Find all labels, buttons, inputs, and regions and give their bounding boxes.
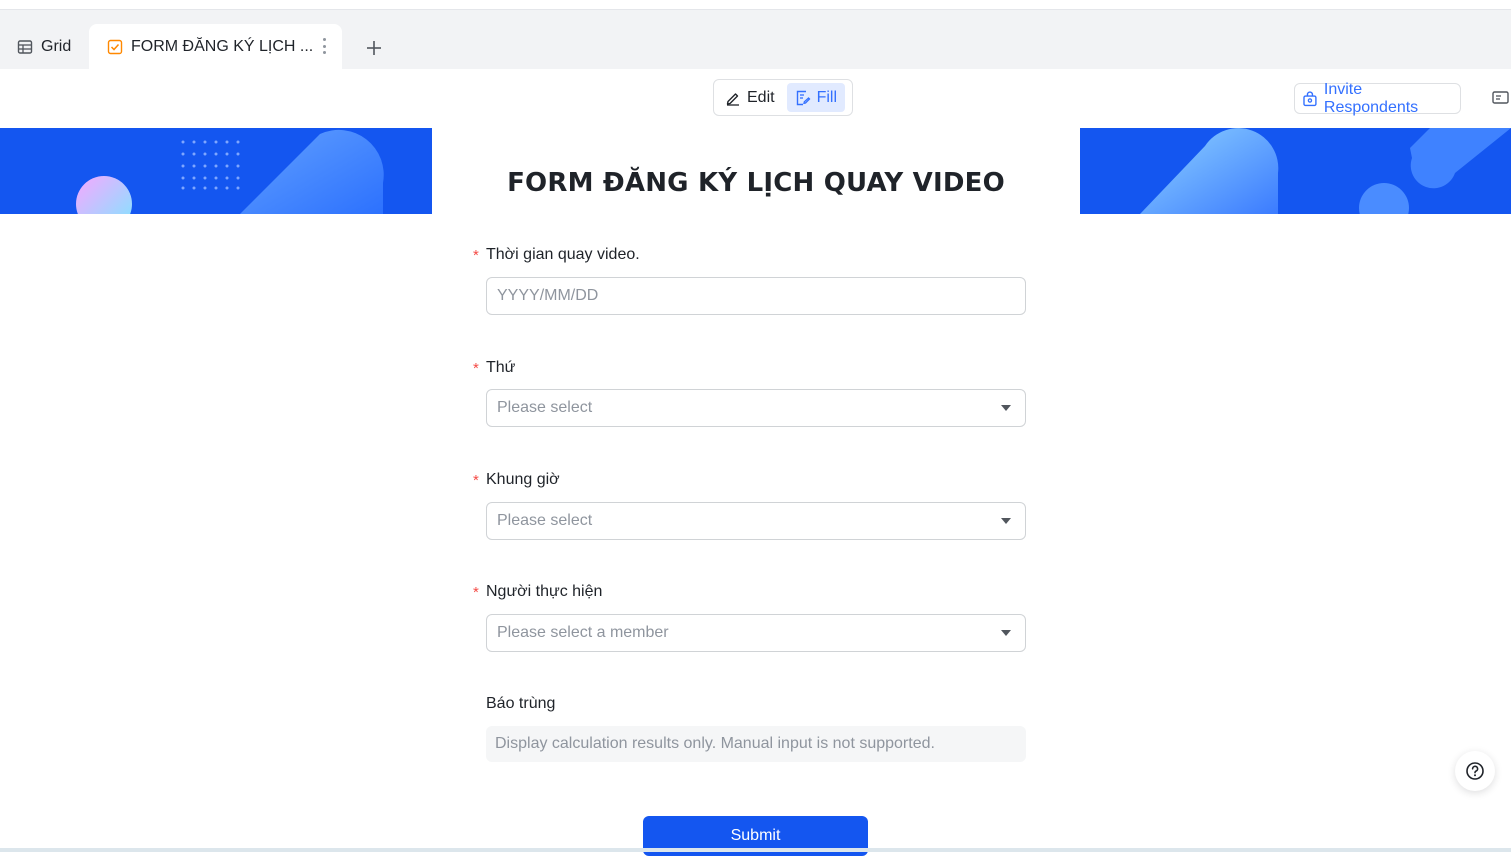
form-card: FORM ĐĂNG KÝ LỊCH QUAY VIDEO * Thời gian… — [432, 128, 1080, 856]
edit-mode-label: Edit — [747, 88, 775, 106]
field-label-weekday: * Thứ — [473, 359, 516, 377]
tab-form[interactable]: FORM ĐĂNG KÝ LỊCH ... — [89, 24, 342, 69]
field-label-text: Báo trùng — [486, 695, 556, 712]
caret-down-icon — [1001, 518, 1011, 524]
form-icon — [107, 39, 123, 55]
invite-respondents-label: Invite Respondents — [1323, 80, 1419, 116]
field-label-text: Người thực hiện — [486, 583, 603, 600]
field-label-text: Thời gian quay video. — [486, 246, 640, 263]
question-icon — [1466, 762, 1484, 780]
view-tab-bar: Grid FORM ĐĂNG KÝ LỊCH ... — [0, 10, 1511, 69]
pencil-icon — [726, 92, 739, 106]
caret-down-icon — [1001, 405, 1011, 411]
required-marker: * — [473, 247, 479, 264]
window-top-strip — [0, 0, 1511, 10]
time-slot-select-placeholder: Please select — [497, 512, 593, 529]
form-settings-icon[interactable] — [1492, 89, 1511, 107]
date-input[interactable]: YYYY/MM/DD — [486, 277, 1026, 315]
edit-mode-button[interactable]: Edit — [717, 83, 783, 112]
field-label-performer: * Người thực hiện — [473, 583, 603, 601]
formula-readonly-field: Display calculation results only. Manual… — [486, 726, 1026, 762]
required-marker: * — [473, 360, 479, 377]
date-input-placeholder: YYYY/MM/DD — [497, 287, 599, 304]
required-marker: * — [473, 584, 479, 601]
help-button[interactable] — [1455, 751, 1495, 791]
fill-mode-label: Fill — [816, 88, 838, 106]
time-slot-select[interactable]: Please select — [486, 502, 1026, 540]
field-label-text: Khung giờ — [486, 471, 560, 488]
add-view-icon[interactable] — [362, 36, 386, 60]
formula-readonly-text: Display calculation results only. Manual… — [495, 735, 935, 752]
bottom-edge — [0, 848, 1511, 852]
required-marker: * — [473, 472, 479, 489]
weekday-select[interactable]: Please select — [486, 389, 1026, 427]
fill-form-icon — [796, 90, 810, 105]
weekday-select-placeholder: Please select — [497, 399, 593, 416]
tab-grid-label: Grid — [41, 37, 72, 55]
field-label-duplicate-alert: Báo trùng — [486, 695, 555, 713]
grid-table-icon — [17, 39, 33, 55]
lock-share-icon — [1303, 90, 1317, 106]
form-title: FORM ĐĂNG KÝ LỊCH QUAY VIDEO — [507, 168, 1005, 198]
field-label-recording-time: * Thời gian quay video. — [473, 246, 640, 264]
tab-more-icon[interactable] — [322, 38, 326, 54]
form-toolbar: Edit Fill Invite Respondents — [0, 69, 1511, 128]
mode-switch: Edit Fill — [713, 79, 853, 116]
member-select[interactable]: Please select a member — [486, 614, 1026, 652]
caret-down-icon — [1001, 630, 1011, 636]
member-select-placeholder: Please select a member — [497, 624, 669, 641]
field-label-time-slot: * Khung giờ — [473, 471, 560, 489]
invite-respondents-button[interactable]: Invite Respondents — [1294, 80, 1461, 116]
tab-grid[interactable]: Grid — [0, 24, 88, 69]
tab-form-label: FORM ĐĂNG KÝ LỊCH ... — [131, 37, 314, 55]
field-label-text: Thứ — [486, 359, 516, 376]
fill-mode-button[interactable]: Fill — [786, 83, 846, 112]
